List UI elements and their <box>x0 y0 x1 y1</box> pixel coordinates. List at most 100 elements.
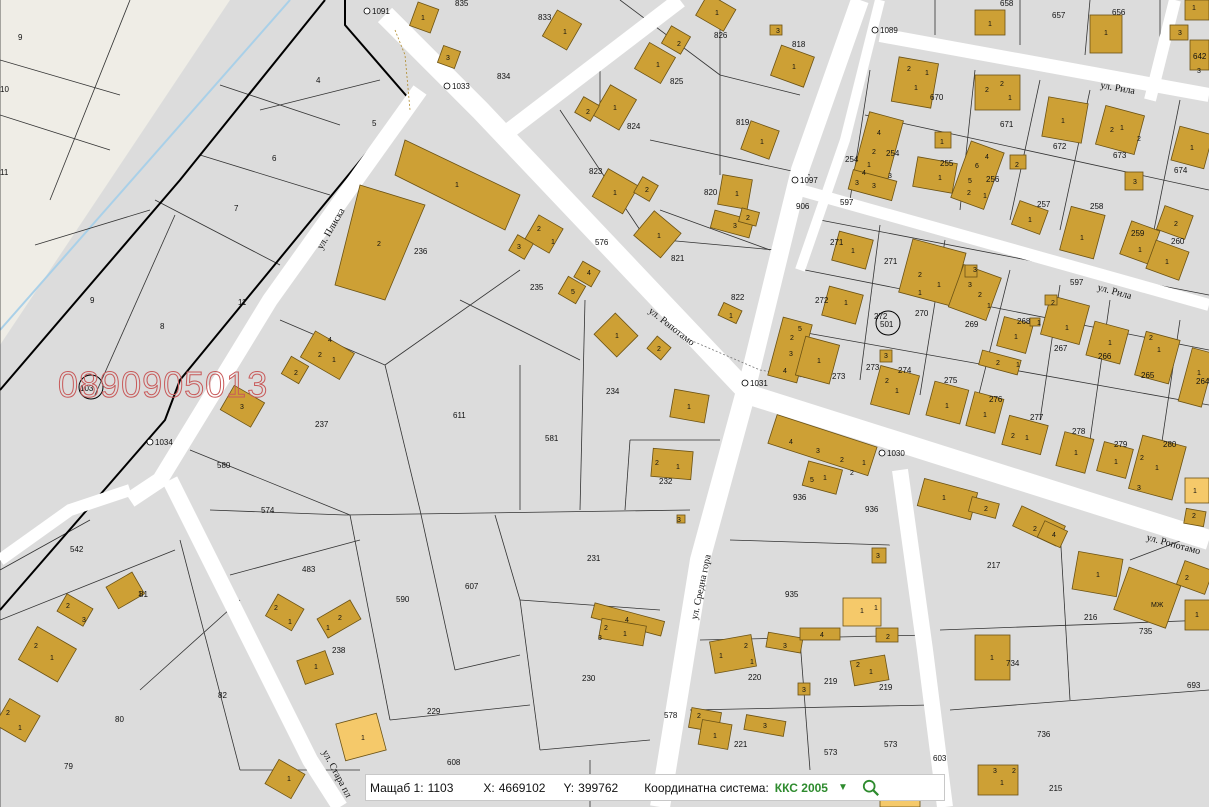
svg-text:2: 2 <box>967 190 971 197</box>
svg-text:3: 3 <box>1197 68 1201 75</box>
svg-text:1: 1 <box>844 300 848 307</box>
svg-text:271: 271 <box>884 257 898 266</box>
svg-text:2: 2 <box>985 87 989 94</box>
svg-text:3: 3 <box>1133 179 1137 186</box>
svg-text:2: 2 <box>1140 455 1144 462</box>
survey-point-1097: 1097 <box>800 176 818 185</box>
svg-text:824: 824 <box>627 122 641 131</box>
svg-text:1: 1 <box>1028 217 1032 224</box>
cadastral-map[interactable]: 501 103 1091 1033 1034 1089 1097 1031 10… <box>0 0 1209 807</box>
svg-text:1: 1 <box>940 139 944 146</box>
road-left-west <box>0 484 132 565</box>
svg-text:3: 3 <box>884 353 888 360</box>
svg-text:1: 1 <box>18 725 22 732</box>
triangle-down-icon[interactable]: ▼ <box>838 782 848 793</box>
svg-text:1: 1 <box>1000 780 1004 787</box>
svg-text:3: 3 <box>872 183 876 190</box>
svg-text:1: 1 <box>1195 612 1199 619</box>
svg-text:11: 11 <box>0 168 9 177</box>
svg-text:1: 1 <box>874 605 878 612</box>
svg-text:483: 483 <box>302 565 316 574</box>
svg-text:1: 1 <box>1193 488 1197 495</box>
svg-text:1: 1 <box>138 591 142 598</box>
svg-text:1: 1 <box>713 733 717 740</box>
svg-text:238: 238 <box>332 646 346 655</box>
svg-text:9: 9 <box>90 296 95 305</box>
svg-text:3: 3 <box>1178 30 1182 37</box>
svg-text:4: 4 <box>328 337 332 344</box>
svg-text:11: 11 <box>238 298 247 307</box>
svg-text:3: 3 <box>446 55 450 62</box>
svg-text:1: 1 <box>729 313 733 320</box>
x-label: X: <box>483 780 495 795</box>
magnifier-icon[interactable] <box>862 779 880 797</box>
svg-text:674: 674 <box>1174 166 1188 175</box>
svg-text:9: 9 <box>18 33 23 42</box>
svg-text:3: 3 <box>855 180 859 187</box>
svg-text:1: 1 <box>1014 334 1018 341</box>
svg-text:273: 273 <box>866 363 880 372</box>
svg-text:3: 3 <box>783 643 787 650</box>
svg-text:603: 603 <box>933 754 947 763</box>
svg-text:2: 2 <box>996 360 1000 367</box>
svg-text:277: 277 <box>1030 413 1044 422</box>
svg-text:272: 272 <box>874 312 888 321</box>
svg-text:273: 273 <box>832 372 846 381</box>
x-value: 4669102 <box>498 780 546 795</box>
svg-text:1: 1 <box>1096 572 1100 579</box>
svg-text:671: 671 <box>1000 120 1014 129</box>
svg-text:265: 265 <box>1141 371 1155 380</box>
svg-text:906: 906 <box>796 202 810 211</box>
svg-text:4: 4 <box>985 154 989 161</box>
crs-value[interactable]: ККС 2005 <box>775 781 828 795</box>
svg-text:1: 1 <box>1165 259 1169 266</box>
svg-text:1: 1 <box>563 29 567 36</box>
svg-text:1: 1 <box>823 475 827 482</box>
svg-text:1: 1 <box>50 655 54 662</box>
svg-text:1: 1 <box>851 248 855 255</box>
svg-text:276: 276 <box>989 395 1003 404</box>
svg-text:229: 229 <box>427 707 441 716</box>
svg-text:4: 4 <box>877 130 881 137</box>
scale-value: 1103 <box>427 780 454 795</box>
svg-text:821: 821 <box>671 254 685 263</box>
svg-text:826: 826 <box>714 31 728 40</box>
svg-text:819: 819 <box>736 118 750 127</box>
svg-text:2: 2 <box>1051 300 1055 307</box>
svg-text:1: 1 <box>1138 247 1142 254</box>
svg-text:693: 693 <box>1187 681 1201 690</box>
svg-text:2: 2 <box>907 66 911 73</box>
svg-text:1: 1 <box>1008 95 1012 102</box>
svg-text:611: 611 <box>453 411 466 420</box>
svg-text:1: 1 <box>750 659 754 666</box>
svg-text:3: 3 <box>789 351 793 358</box>
svg-text:670: 670 <box>930 93 944 102</box>
svg-text:1: 1 <box>455 182 459 189</box>
svg-text:1: 1 <box>1037 320 1041 327</box>
svg-text:834: 834 <box>497 72 511 81</box>
svg-text:2: 2 <box>1185 575 1189 582</box>
svg-text:642: 642 <box>1193 52 1207 61</box>
svg-text:216: 216 <box>1084 613 1098 622</box>
svg-text:3: 3 <box>802 687 806 694</box>
svg-text:2: 2 <box>746 215 750 222</box>
y-label: Y: <box>563 780 575 795</box>
svg-text:2: 2 <box>604 625 608 632</box>
svg-text:1: 1 <box>287 776 291 783</box>
svg-text:835: 835 <box>455 0 469 8</box>
svg-text:278: 278 <box>1072 427 1086 436</box>
zone-label-501: 501 <box>880 320 894 329</box>
svg-text:1: 1 <box>1025 435 1029 442</box>
svg-text:1: 1 <box>332 357 336 364</box>
svg-text:4: 4 <box>862 170 866 177</box>
survey-point-1030: 1030 <box>887 449 905 458</box>
svg-text:3: 3 <box>973 267 977 274</box>
svg-text:657: 657 <box>1052 11 1066 20</box>
svg-text:3: 3 <box>598 635 602 642</box>
svg-text:822: 822 <box>731 293 745 302</box>
svg-text:2: 2 <box>66 603 70 610</box>
svg-text:607: 607 <box>465 582 479 591</box>
svg-text:10: 10 <box>0 85 9 94</box>
svg-text:936: 936 <box>793 493 807 502</box>
svg-text:2: 2 <box>697 713 701 720</box>
